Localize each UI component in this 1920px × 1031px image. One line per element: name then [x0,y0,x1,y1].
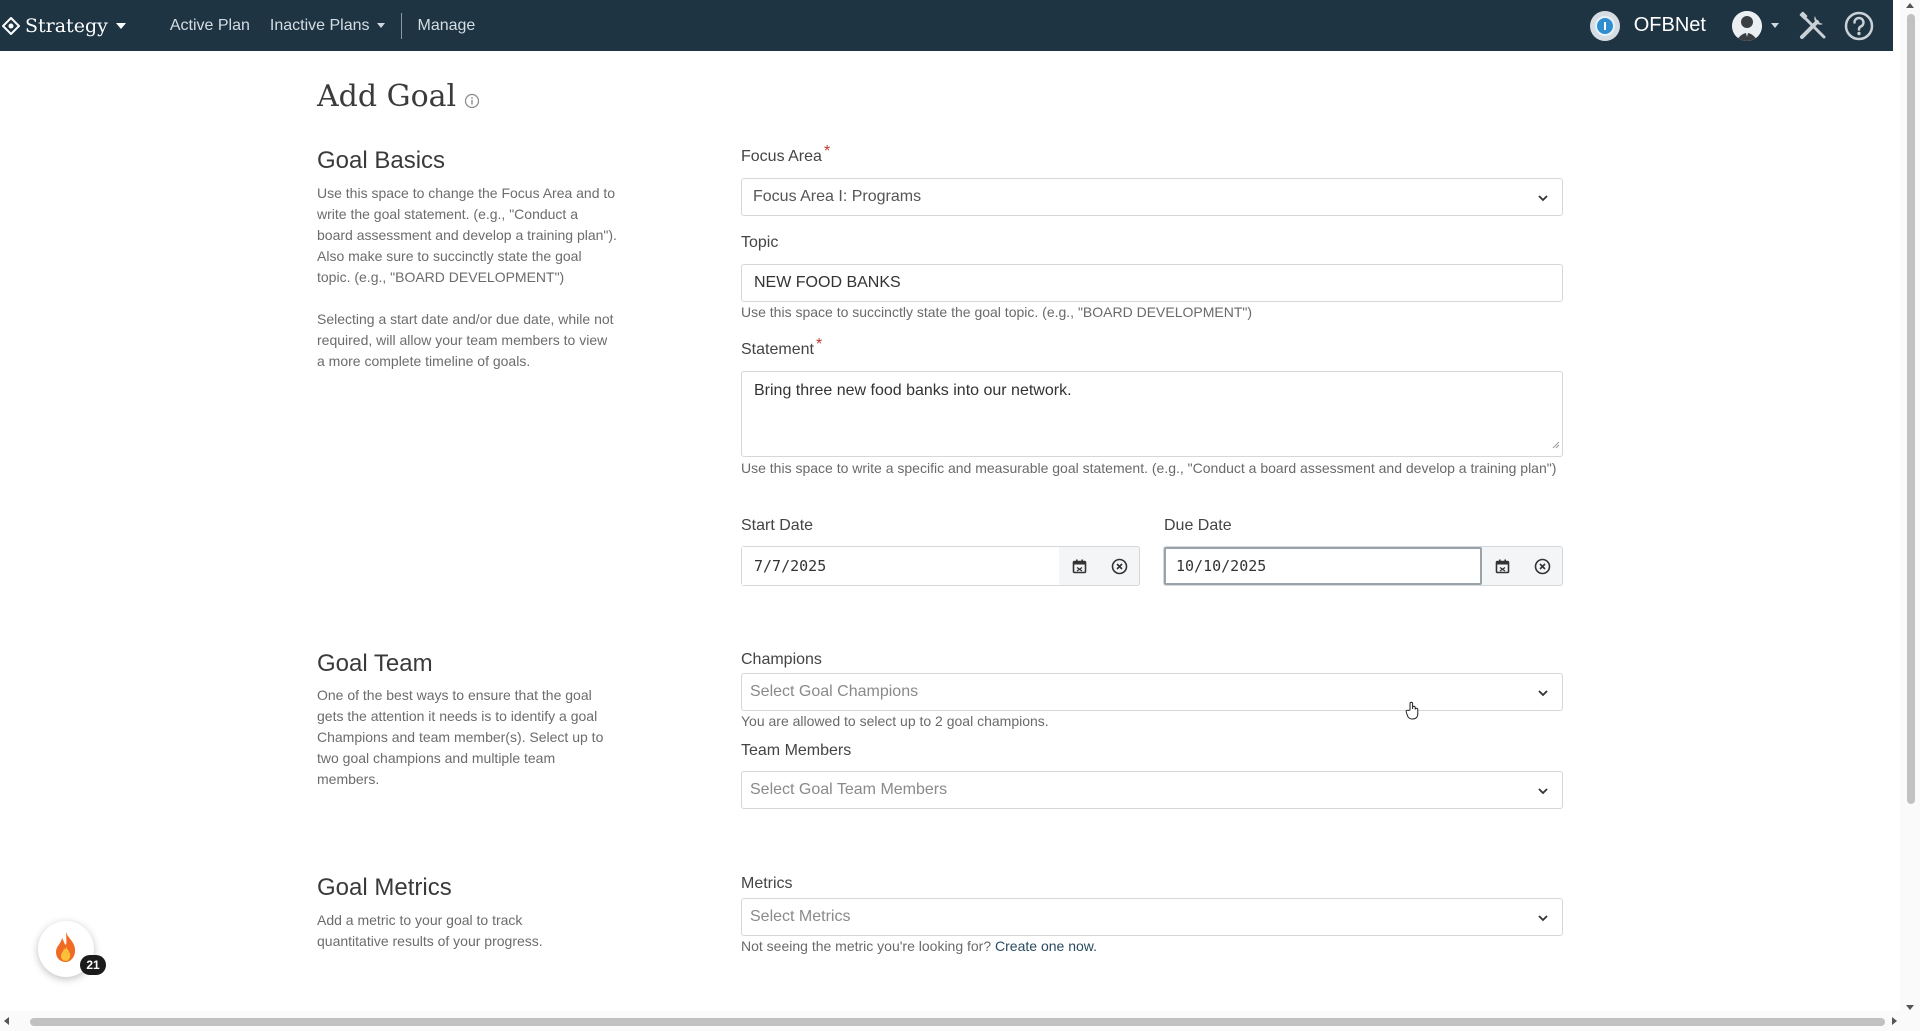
focus-area-select[interactable]: Focus Area I: Programs [741,178,1563,216]
nav-right-group: OFBNet [1589,0,1893,51]
due-date-label: Due Date [1164,517,1232,534]
champions-placeholder: Select Goal Champions [750,683,919,700]
chevron-down-icon [376,23,385,28]
statement-value: Bring three new food banks into our netw… [754,382,1072,399]
goal-metrics-description: Add a metric to your goal to track quant… [317,912,543,949]
nav-inactive-plans[interactable]: Inactive Plans [270,17,385,35]
vertical-scroll-thumb[interactable] [1907,14,1915,804]
create-metric-link[interactable]: Create one now. [995,938,1097,954]
goal-basics-heading: Goal Basics [317,147,446,174]
page-title-text: Add Goal [317,79,457,114]
nav-inactive-plans-label: Inactive Plans [269,16,370,34]
scroll-left-icon[interactable] [4,1017,9,1025]
start-date-group: 7/7/2025 [741,546,1140,586]
goal-team-heading: Goal Team [317,650,433,677]
chevron-down-icon [1536,191,1550,210]
team-members-placeholder: Select Goal Team Members [750,781,948,798]
required-marker: * [815,336,823,353]
team-members-label: Team Members [741,742,852,759]
hand-cursor-icon [1405,701,1421,726]
metrics-placeholder: Select Metrics [750,908,851,925]
org-name[interactable]: OFBNet [1634,14,1706,37]
chevron-down-icon [1771,23,1779,28]
brand-label: Strategy [25,14,108,37]
info-icon[interactable] [464,82,480,117]
topic-label: Topic [741,234,779,251]
goal-team-description: One of the best ways to ensure that the … [317,687,604,787]
goal-basics-description: Use this space to change the Focus Area … [317,185,617,285]
scroll-down-icon[interactable] [1906,1005,1914,1010]
statement-textarea[interactable]: Bring three new food banks into our netw… [741,371,1563,457]
metrics-help: Not seeing the metric you're looking for… [741,936,1097,957]
chevron-down-icon [115,22,126,29]
resize-grip-icon[interactable] [1551,436,1560,454]
champions-select[interactable]: Select Goal Champions [741,673,1563,711]
champions-label: Champions [741,651,822,668]
strategy-menu[interactable]: Strategy [1,0,126,51]
clear-icon[interactable] [1099,547,1139,585]
metrics-help-text: Not seeing the metric you're looking for… [741,938,992,954]
nav-manage[interactable]: Manage [418,17,476,35]
metrics-label: Metrics [741,875,793,892]
horizontal-scroll-thumb[interactable] [30,1018,1885,1026]
team-members-select[interactable]: Select Goal Team Members [741,771,1563,809]
clear-icon[interactable] [1522,547,1562,585]
chevron-down-icon [1536,784,1550,803]
chevron-down-icon [1536,686,1550,705]
avatar [1732,10,1762,41]
calendar-icon[interactable] [1059,547,1099,585]
goal-basics-date-description: Selecting a start date and/or due date, … [317,311,614,369]
metrics-select[interactable]: Select Metrics [741,898,1563,936]
start-date-label: Start Date [741,517,814,534]
due-date-input[interactable]: 10/10/2025 [1164,547,1483,585]
focus-area-label-text: Focus Area [741,148,822,165]
tools-icon[interactable] [1797,10,1829,42]
start-date-input[interactable]: 7/7/2025 [742,547,1060,585]
goal-metrics-heading: Goal Metrics [317,874,452,901]
horizontal-scrollbar[interactable] [0,1011,1900,1031]
vertical-scrollbar[interactable] [1900,0,1920,1031]
user-menu[interactable] [1732,10,1779,41]
nav-active-plan[interactable]: Active Plan [170,17,250,35]
topic-input[interactable]: NEW FOOD BANKS [741,264,1563,302]
nav-divider [400,12,402,39]
strategy-logo-icon [1,16,21,35]
statement-label: Statement * [741,336,822,359]
scroll-right-icon[interactable] [1892,1017,1897,1025]
focus-area-value: Focus Area I: Programs [753,188,922,205]
focus-area-label: Focus Area * [741,143,830,166]
chevron-down-icon [1536,911,1550,930]
due-date-group: 10/10/2025 [1163,546,1563,586]
statement-label-text: Statement [741,341,814,358]
page-title: Add Goal [317,76,480,117]
champions-help-text: You are allowed to select up to 2 goal c… [741,713,1049,729]
org-logo-icon[interactable] [1589,10,1620,41]
topic-help-text: Use this space to succinctly state the g… [741,304,1253,320]
scroll-up-icon[interactable] [1906,3,1914,8]
statement-help-text: Use this space to write a specific and m… [741,460,1557,476]
flame-icon [51,930,81,969]
required-marker: * [823,143,831,160]
help-icon[interactable] [1843,10,1875,42]
calendar-icon[interactable] [1482,547,1522,585]
top-navbar: Strategy Active Plan Inactive Plans Mana… [0,0,1893,51]
streak-count-badge: 21 [80,955,106,975]
